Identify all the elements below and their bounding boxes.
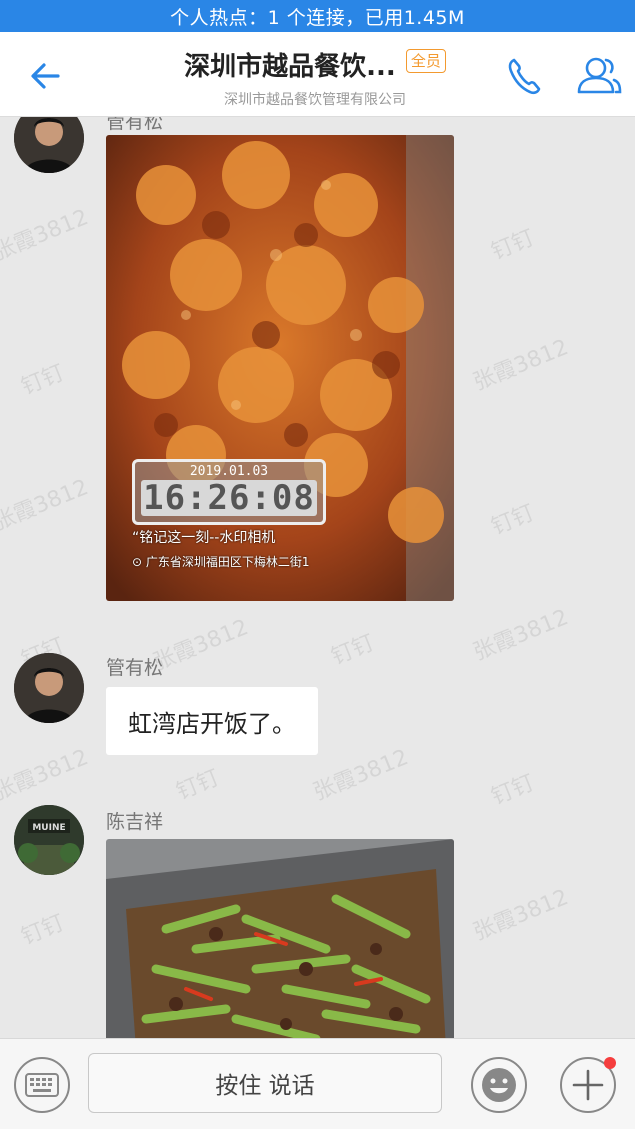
smiley-icon — [482, 1068, 516, 1102]
title-wrap: 深圳市越品餐饮... 全员 深圳市越品餐饮管理有限公司 — [150, 46, 480, 109]
watermark: 钉钉 — [487, 770, 539, 811]
input-toolbar: 按住 说话 — [0, 1038, 635, 1129]
all-members-badge: 全员 — [405, 49, 446, 73]
chat-subtitle: 深圳市越品餐饮管理有限公司 — [224, 92, 406, 108]
hotspot-status-bar: 个人热点：1 个连接，已用1.45M — [0, 0, 635, 32]
text-message-bubble[interactable]: 虹湾店开饭了。 — [106, 687, 318, 755]
sender-name: 管有松 — [106, 117, 164, 133]
watermark: 张霞3812 — [469, 884, 572, 946]
location-pin-icon: ⊙ — [132, 555, 143, 569]
photo-tagline: “铭记这一刻--水印相机 — [132, 530, 276, 546]
watermark: 张霞3812 — [309, 744, 412, 806]
hotspot-text: 个人热点：1 个连接，已用1.45M — [170, 6, 465, 29]
push-to-talk-label: 按住 说话 — [215, 1073, 315, 1099]
keyboard-icon — [25, 1073, 59, 1097]
contact-icon[interactable] — [576, 54, 622, 98]
phone-icon[interactable] — [506, 56, 542, 96]
timestamp-watermark: 2019.01.03 16:26:08 — [132, 459, 326, 525]
watermark: 钉钉 — [17, 910, 69, 951]
notification-dot — [604, 1057, 616, 1069]
chat-header: 深圳市越品餐饮... 全员 深圳市越品餐饮管理有限公司 — [0, 32, 635, 117]
back-arrow-icon[interactable] — [28, 54, 72, 98]
image-message[interactable] — [106, 839, 454, 1038]
watermark: 张霞3812 — [0, 744, 92, 806]
sender-name: 陈吉祥 — [106, 811, 164, 833]
chat-message-list[interactable]: 张霞3812 钉钉 钉钉 张霞3812 张霞3812 钉钉 钉钉 张霞3812 … — [0, 117, 635, 1038]
watermark: 张霞3812 — [0, 204, 92, 266]
avatar-store-name: MUINE — [32, 823, 65, 833]
sender-avatar[interactable]: MUINE — [14, 805, 84, 875]
emoji-button[interactable] — [471, 1057, 527, 1113]
watermark: 张霞3812 — [149, 614, 252, 676]
sender-name: 管有松 — [106, 657, 164, 679]
watermark: 钉钉 — [327, 630, 379, 671]
photo-time: 16:26:08 — [141, 480, 317, 516]
sender-avatar[interactable] — [14, 117, 84, 173]
watermark: 钉钉 — [487, 225, 539, 266]
chat-title[interactable]: 深圳市越品餐饮... — [184, 46, 396, 83]
photo-location: ⊙ 广东省深圳福田区下梅林二街1 — [132, 553, 310, 570]
keyboard-toggle-button[interactable] — [14, 1057, 70, 1113]
person-avatar-icon — [14, 653, 84, 723]
image-message[interactable]: 2019.01.03 16:26:08 “铭记这一刻--水印相机 ⊙ 广东省深圳… — [106, 135, 454, 601]
push-to-talk-button[interactable]: 按住 说话 — [88, 1053, 442, 1113]
watermark: 钉钉 — [17, 360, 69, 401]
photo-date: 2019.01.03 — [189, 464, 269, 479]
watermark: 张霞3812 — [469, 604, 572, 666]
green-beans-image — [106, 839, 454, 1038]
watermark: 钉钉 — [172, 765, 224, 806]
sender-avatar[interactable] — [14, 653, 84, 723]
message-text: 虹湾店开饭了。 — [128, 709, 296, 738]
photo-location-text: 广东省深圳福田区下梅林二街1 — [145, 555, 310, 569]
watermark: 张霞3812 — [469, 334, 572, 396]
watermark: 张霞3812 — [0, 474, 92, 536]
watermark: 钉钉 — [487, 500, 539, 541]
store-avatar-icon: MUINE — [14, 805, 84, 875]
person-avatar-icon — [14, 117, 84, 173]
